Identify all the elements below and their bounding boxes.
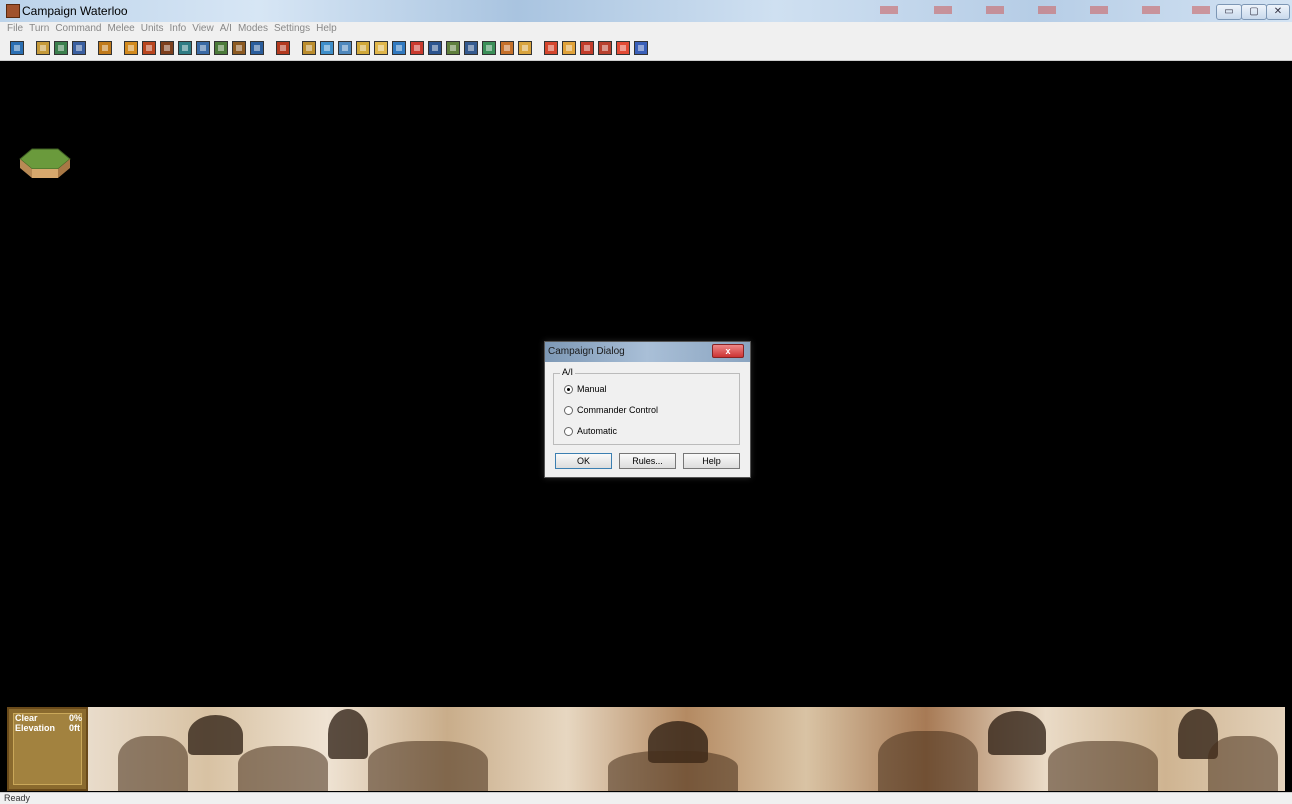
toolbar-button-29[interactable] <box>562 41 576 55</box>
window-titlebar[interactable]: Campaign Waterloo ▭ ▢ ✕ <box>0 0 1292 23</box>
decorative-banner-image <box>88 707 1285 791</box>
elevation-label: Elevation <box>15 723 56 733</box>
toolbar-button-25[interactable] <box>482 41 496 55</box>
status-bar: Ready <box>0 792 1292 804</box>
toolbar-button-23[interactable] <box>446 41 460 55</box>
radio-unselected-icon <box>564 427 573 437</box>
menu-ai[interactable]: A/I <box>217 22 235 36</box>
radio-label: Manual <box>577 384 607 394</box>
minimize-icon[interactable]: ▭ <box>1216 4 1242 20</box>
toolbar-button-8[interactable] <box>160 41 174 55</box>
menu-file[interactable]: File <box>4 22 26 36</box>
toolbar-button-24[interactable] <box>464 41 478 55</box>
toolbar-button-7[interactable] <box>142 41 156 55</box>
radio-selected-icon <box>564 385 573 395</box>
titlebar-decoration <box>880 6 898 14</box>
close-icon[interactable]: ✕ <box>1266 4 1290 20</box>
ai-groupbox: A/I Manual Commander Control Automatic <box>553 367 740 445</box>
menu-help[interactable]: Help <box>313 22 340 36</box>
toolbar-button-4[interactable] <box>72 41 86 55</box>
banner-figure <box>238 746 328 791</box>
ok-button[interactable]: OK <box>555 453 612 469</box>
toolbar-button-31[interactable] <box>598 41 612 55</box>
titlebar-decoration <box>1038 6 1056 14</box>
titlebar-decoration <box>1090 6 1108 14</box>
radio-commander-control[interactable]: Commander Control <box>564 405 659 416</box>
banner-hat <box>988 711 1046 755</box>
toolbar-button-21[interactable] <box>410 41 424 55</box>
banner-hat <box>328 709 368 759</box>
toolbar-button-1[interactable] <box>10 41 24 55</box>
menu-melee[interactable]: Melee <box>104 22 137 36</box>
terrain-type: Clear <box>15 713 38 723</box>
toolbar-button-26[interactable] <box>500 41 514 55</box>
toolbar-button-20[interactable] <box>392 41 406 55</box>
banner-hat <box>188 715 243 755</box>
group-label: A/I <box>560 367 576 377</box>
menu-bar: File Turn Command Melee Units Info View A/I Mode… <box>0 22 1292 36</box>
banner-figure <box>118 736 188 791</box>
toolbar-button-19[interactable] <box>374 41 388 55</box>
radio-unselected-icon <box>564 406 573 416</box>
toolbar-button-13[interactable] <box>250 41 264 55</box>
menu-view[interactable]: View <box>189 22 217 36</box>
toolbar-button-18[interactable] <box>356 41 370 55</box>
radio-label: Commander Control <box>577 405 659 415</box>
toolbar-button-10[interactable] <box>196 41 210 55</box>
menu-info[interactable]: Info <box>167 22 190 36</box>
toolbar-button-22[interactable] <box>428 41 442 55</box>
menu-modes[interactable]: Modes <box>235 22 271 36</box>
toolbar-button-12[interactable] <box>232 41 246 55</box>
terrain-info-panel: Clear 0% Elevation 0ft <box>7 707 88 791</box>
radio-automatic[interactable]: Automatic <box>564 426 618 437</box>
banner-figure <box>368 741 488 791</box>
toolbar-button-33[interactable] <box>634 41 648 55</box>
toolbar-button-16[interactable] <box>320 41 334 55</box>
banner-figure <box>608 751 738 791</box>
toolbar-button-27[interactable] <box>518 41 532 55</box>
terrain-value: 0% <box>69 713 83 723</box>
toolbar-button-17[interactable] <box>338 41 352 55</box>
titlebar-decoration <box>986 6 1004 14</box>
titlebar-decoration <box>934 6 952 14</box>
menu-units[interactable]: Units <box>138 22 167 36</box>
window-title: Campaign Waterloo <box>22 4 128 18</box>
toolbar-button-30[interactable] <box>580 41 594 55</box>
banner-figure <box>1048 741 1158 791</box>
maximize-icon[interactable]: ▢ <box>1241 4 1267 20</box>
dialog-title: Campaign Dialog <box>548 346 625 357</box>
banner-figure <box>1208 736 1278 791</box>
help-button[interactable]: Help <box>683 453 740 469</box>
toolbar-button-9[interactable] <box>178 41 192 55</box>
toolbar-button-3[interactable] <box>54 41 68 55</box>
menu-command[interactable]: Command <box>52 22 104 36</box>
dialog-titlebar[interactable]: Campaign Dialog x <box>545 342 750 362</box>
menu-settings[interactable]: Settings <box>271 22 313 36</box>
banner-figure <box>878 731 978 791</box>
radio-manual[interactable]: Manual <box>564 384 607 395</box>
rules-button[interactable]: Rules... <box>619 453 676 469</box>
toolbar-button-11[interactable] <box>214 41 228 55</box>
toolbar-button-6[interactable] <box>124 41 138 55</box>
toolbar-button-32[interactable] <box>616 41 630 55</box>
toolbar-button-28[interactable] <box>544 41 558 55</box>
toolbar-button-2[interactable] <box>36 41 50 55</box>
elevation-value: 0ft <box>69 723 80 733</box>
toolbar <box>0 36 1292 61</box>
radio-label: Automatic <box>577 426 618 436</box>
campaign-dialog: Campaign Dialog x A/I Manual Commander C… <box>544 341 751 478</box>
app-icon <box>6 4 20 18</box>
titlebar-decoration <box>1142 6 1160 14</box>
menu-turn[interactable]: Turn <box>26 22 52 36</box>
toolbar-button-14[interactable] <box>276 41 290 55</box>
terrain-hex-tile[interactable] <box>19 147 71 181</box>
toolbar-button-15[interactable] <box>302 41 316 55</box>
toolbar-button-5[interactable] <box>98 41 112 55</box>
titlebar-decoration <box>1192 6 1210 14</box>
status-text: Ready <box>4 793 31 803</box>
dialog-close-button[interactable]: x <box>712 344 744 358</box>
